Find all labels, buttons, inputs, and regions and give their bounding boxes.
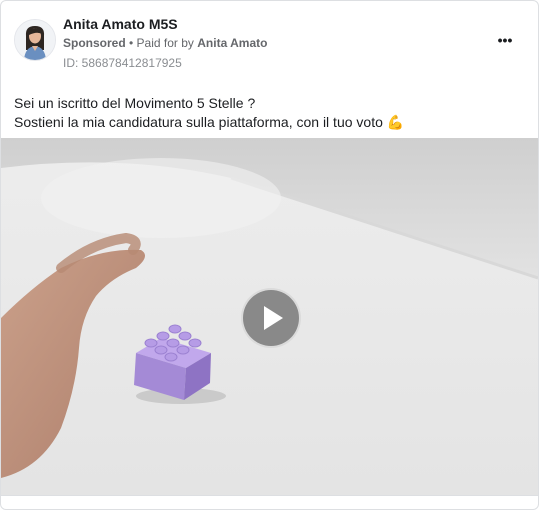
video-thumbnail[interactable]	[1, 138, 538, 495]
more-options-icon[interactable]: •••	[494, 29, 516, 51]
post-text-line-2: Sostieni la mia candidatura sulla piatta…	[14, 113, 524, 132]
flexed-biceps-emoji: 💪	[386, 114, 405, 130]
paid-for-name[interactable]: Anita Amato	[197, 36, 267, 50]
play-icon	[264, 306, 283, 330]
separator: •	[125, 36, 137, 50]
page-name[interactable]: Anita Amato M5S	[63, 16, 178, 32]
post-header: Anita Amato M5S Sponsored • Paid for by …	[1, 1, 538, 81]
post-text: Sei un iscritto del Movimento 5 Stelle ?…	[14, 94, 524, 132]
play-button[interactable]	[241, 288, 301, 348]
sponsored-line: Sponsored • Paid for by Anita Amato	[63, 36, 267, 50]
divider	[1, 495, 538, 496]
post-text-line-1: Sei un iscritto del Movimento 5 Stelle ?	[14, 95, 256, 111]
post-text-line-2-text: Sostieni la mia candidatura sulla piatta…	[14, 114, 387, 130]
paid-for-prefix: Paid for by	[136, 36, 198, 50]
sponsored-label: Sponsored	[63, 36, 126, 50]
avatar[interactable]	[14, 19, 56, 61]
ad-card: Anita Amato M5S Sponsored • Paid for by …	[0, 0, 539, 510]
ad-id: ID: 586878412817925	[63, 56, 182, 70]
